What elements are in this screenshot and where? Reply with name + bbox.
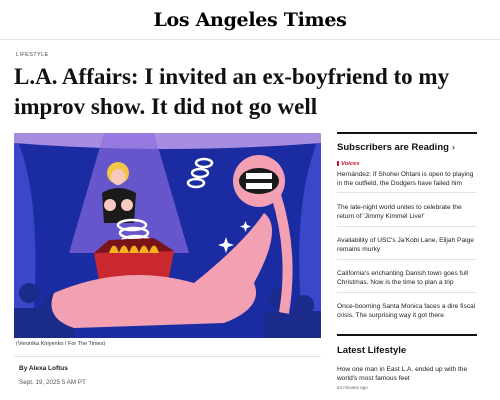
latest-story-1[interactable]: How one man in East L.A. ended up with t… <box>337 365 477 383</box>
author-byline[interactable]: By Alexa Loftus <box>19 365 68 372</box>
story-headline: Hernández: If Shohei Ohtani is open to p… <box>337 171 474 187</box>
rail-top-rule <box>337 132 477 134</box>
article-headline: L.A. Affairs: I invited an ex-boyfriend … <box>14 64 450 119</box>
masthead: Los Angeles Times <box>0 0 500 40</box>
story-headline: Once-booming Santa Monica faces a dire f… <box>337 303 476 319</box>
site-logo[interactable]: Los Angeles Times <box>0 9 500 31</box>
story-kicker: Voices <box>337 160 477 169</box>
rail-story-3[interactable]: Availability of USC's Ja'Kobi Lane, Elij… <box>337 236 477 254</box>
story-headline: California's enchanting Danish town goes… <box>337 270 469 286</box>
latest-lifestyle-title[interactable]: Latest Lifestyle <box>337 345 406 356</box>
rail-divider <box>337 259 477 260</box>
article-illustration <box>14 133 321 338</box>
subscribers-reading-title[interactable]: Subscribers are Reading › <box>337 142 455 153</box>
rail-divider <box>337 292 477 293</box>
byline-divider <box>14 356 321 357</box>
publish-date: Sept. 19, 2025 5 AM PT <box>19 379 86 386</box>
rail-divider <box>337 192 477 193</box>
subscribers-reading-label: Subscribers are Reading <box>337 142 449 153</box>
story-headline: How one man in East L.A. ended up with t… <box>337 366 468 382</box>
image-caption: (Veronika Kiriyenko / For The Times) <box>16 341 106 347</box>
story-timestamp: 54 minutes ago <box>337 385 368 390</box>
rail-story-1[interactable]: Voices Hernández: If Shohei Ohtani is op… <box>337 160 477 188</box>
rail-story-4[interactable]: California's enchanting Danish town goes… <box>337 269 477 287</box>
rail-story-5[interactable]: Once-booming Santa Monica faces a dire f… <box>337 302 477 320</box>
chevron-right-icon: › <box>451 142 455 152</box>
section-label[interactable]: LIFESTYLE <box>16 52 49 58</box>
rail-divider <box>337 226 477 227</box>
story-headline: The late-night world unites to celebrate… <box>337 204 462 220</box>
latest-lifestyle-rule <box>337 334 477 336</box>
story-headline: Availability of USC's Ja'Kobi Lane, Elij… <box>337 237 474 253</box>
rail-story-2[interactable]: The late-night world unites to celebrate… <box>337 203 477 221</box>
illustration-graphic <box>14 133 321 338</box>
